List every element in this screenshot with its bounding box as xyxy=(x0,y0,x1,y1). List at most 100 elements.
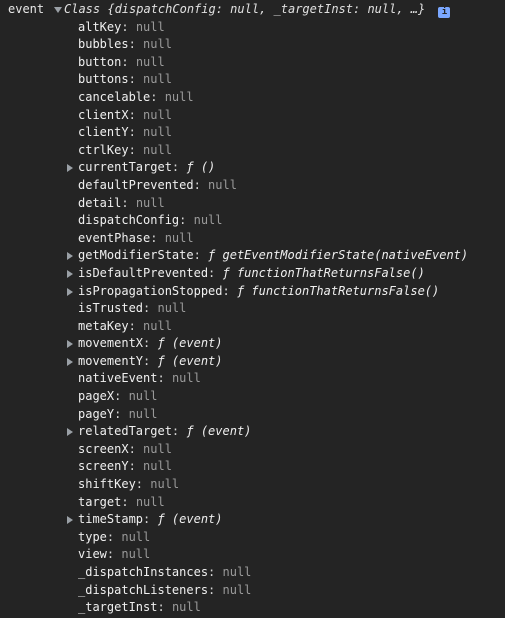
property-separator: : xyxy=(179,213,194,228)
property-separator: : xyxy=(171,160,187,175)
property-function-value: ƒ getEventModifierState(nativeEvent) xyxy=(208,248,469,263)
object-preview: {dispatchConfig: null, _targetInst: null… xyxy=(107,2,426,16)
property-row: target: null xyxy=(0,494,505,512)
property-null-value: null xyxy=(143,459,172,474)
property-separator: : xyxy=(128,318,144,333)
property-key: altKey xyxy=(78,19,122,34)
property-entry: dispatchConfig: null xyxy=(78,212,223,230)
object-summary[interactable]: Class {dispatchConfig: null, _targetInst… xyxy=(64,1,451,19)
property-row: pageX: null xyxy=(0,388,505,406)
property-key: cancelable xyxy=(78,89,151,104)
property-key: view xyxy=(78,547,107,562)
property-separator: : xyxy=(208,265,223,280)
property-separator: : xyxy=(143,301,158,316)
property-null-value: null xyxy=(222,582,252,597)
property-key: nativeEvent xyxy=(78,371,158,386)
property-entry: _dispatchListeners: null xyxy=(78,582,251,600)
property-row: _dispatchListeners: null xyxy=(0,582,505,600)
property-entry: pageX: null xyxy=(78,388,157,406)
property-entry: metaKey: null xyxy=(78,318,172,336)
expand-triangle-icon[interactable] xyxy=(67,164,73,173)
property-null-value: null xyxy=(121,547,151,562)
property-null-value: null xyxy=(150,477,180,492)
property-entry: isTrusted: null xyxy=(78,300,186,318)
expand-triangle-icon[interactable] xyxy=(67,340,73,349)
property-key: timeStamp xyxy=(78,512,144,527)
property-separator: : xyxy=(143,512,158,527)
property-key: eventPhase xyxy=(78,230,151,245)
property-key: type xyxy=(78,529,107,544)
property-function-value: ƒ functionThatReturnsFalse() xyxy=(222,265,425,280)
property-separator: : xyxy=(208,565,223,579)
property-entry: movementY: ƒ (event) xyxy=(78,353,223,371)
property-entry: movementX: ƒ (event) xyxy=(78,335,223,353)
property-row[interactable]: timeStamp: ƒ (event) xyxy=(0,511,505,529)
expand-triangle-icon[interactable] xyxy=(67,269,73,278)
property-entry: clientX: null xyxy=(78,107,172,125)
property-row[interactable]: isPropagationStopped: ƒ functionThatRetu… xyxy=(0,283,505,301)
property-separator: : xyxy=(106,529,122,544)
property-separator: : xyxy=(128,37,144,52)
property-entry: defaultPrevented: null xyxy=(78,177,237,195)
property-row[interactable]: relatedTarget: ƒ (event) xyxy=(0,423,505,441)
property-key: ctrlKey xyxy=(78,142,129,157)
property-separator: : xyxy=(128,441,144,456)
property-entry: detail: null xyxy=(78,195,165,213)
property-null-value: null xyxy=(222,565,252,579)
property-row[interactable]: isDefaultPrevented: ƒ functionThatReturn… xyxy=(0,265,505,283)
property-separator: : xyxy=(143,353,158,368)
property-row: view: null xyxy=(0,546,505,564)
property-function-value: ƒ (event) xyxy=(157,512,223,527)
property-null-value: null xyxy=(128,406,158,421)
property-function-value: ƒ () xyxy=(186,160,216,175)
expand-triangle-icon[interactable] xyxy=(67,516,73,525)
property-separator: : xyxy=(150,89,165,104)
property-entry: target: null xyxy=(78,494,165,512)
object-header-row[interactable]: event Class {dispatchConfig: null, _targ… xyxy=(0,1,505,19)
property-key: isTrusted xyxy=(78,301,144,316)
property-key: currentTarget xyxy=(78,160,172,175)
property-separator: : xyxy=(128,459,144,474)
property-separator: : xyxy=(121,19,136,34)
property-key: target xyxy=(78,494,122,509)
property-entry: altKey: null xyxy=(78,19,165,37)
expand-triangle-icon[interactable] xyxy=(67,428,73,437)
collapse-triangle-icon[interactable] xyxy=(54,7,62,13)
property-row: button: null xyxy=(0,54,505,72)
info-icon[interactable]: i xyxy=(438,7,451,18)
property-entry: ctrlKey: null xyxy=(78,142,172,160)
property-row[interactable]: movementX: ƒ (event) xyxy=(0,335,505,353)
property-separator: : xyxy=(121,195,136,210)
property-separator: : xyxy=(157,600,172,615)
expand-triangle-icon[interactable] xyxy=(67,287,73,296)
property-row[interactable]: currentTarget: ƒ () xyxy=(0,159,505,177)
property-null-value: null xyxy=(135,195,165,210)
property-key: movementX xyxy=(78,336,144,351)
property-separator: : xyxy=(114,406,129,421)
expand-triangle-icon[interactable] xyxy=(67,357,73,366)
property-entry: button: null xyxy=(78,54,165,72)
property-key: buttons xyxy=(78,72,129,87)
property-null-value: null xyxy=(121,529,151,544)
property-row: nativeEvent: null xyxy=(0,370,505,388)
property-row: dispatchConfig: null xyxy=(0,212,505,230)
property-row: pageY: null xyxy=(0,406,505,424)
property-key: isDefaultPrevented xyxy=(78,265,209,280)
property-function-value: ƒ (event) xyxy=(186,424,252,439)
property-key: pageX xyxy=(78,389,115,404)
console-object-view: event Class {dispatchConfig: null, _targ… xyxy=(0,0,505,617)
property-function-value: ƒ (event) xyxy=(157,336,223,351)
property-row[interactable]: movementY: ƒ (event) xyxy=(0,353,505,371)
property-row: clientX: null xyxy=(0,107,505,125)
property-key: _targetInst xyxy=(78,600,158,615)
property-key: _dispatchInstances xyxy=(78,565,209,579)
property-entry: type: null xyxy=(78,529,150,547)
property-key: isPropagationStopped xyxy=(78,283,223,298)
expand-triangle-icon[interactable] xyxy=(67,252,73,261)
property-key: clientX xyxy=(78,107,129,122)
property-row: isTrusted: null xyxy=(0,300,505,318)
property-row[interactable]: getModifierState: ƒ getEventModifierStat… xyxy=(0,247,505,265)
property-separator: : xyxy=(193,177,209,192)
property-separator: : xyxy=(150,230,165,245)
property-row: defaultPrevented: null xyxy=(0,177,505,195)
